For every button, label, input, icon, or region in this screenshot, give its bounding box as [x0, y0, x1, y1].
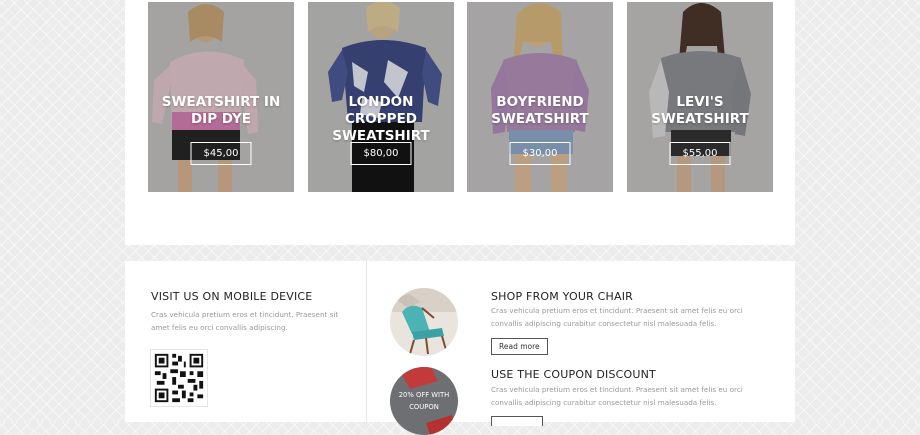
- chair-icon: [390, 288, 458, 356]
- product-name: LONDON CROPPED SWEATSHIRT: [332, 94, 430, 144]
- feature-text: Cras vehicula pretium eros et tincidunt.…: [491, 383, 743, 409]
- info-panel: VISIT US ON MOBILE DEVICE Cras vehicula …: [125, 261, 795, 435]
- read-more-button[interactable]: Read more: [491, 338, 548, 355]
- product-card-4[interactable]: LEVI'S SWEATSHIRT $55,00: [627, 2, 773, 192]
- price-button[interactable]: $55,00: [669, 142, 731, 165]
- feature-text-line-1: Cras vehicula pretium eros et tincidunt.…: [491, 385, 743, 394]
- qr-code-icon[interactable]: [151, 350, 207, 406]
- feature-text: Cras vehicula pretium eros et tincidunt.…: [491, 304, 743, 330]
- mobile-text-line-1: Cras vehicula pretium eros et tincidunt.…: [151, 310, 339, 319]
- price-button[interactable]: $30,00: [509, 142, 571, 165]
- feature-text-line-2: convallis adipiscing curabitur consectet…: [491, 319, 717, 328]
- mobile-title: VISIT US ON MOBILE DEVICE: [151, 290, 313, 303]
- price-button[interactable]: $45,00: [190, 142, 252, 165]
- coupon-thumbnail[interactable]: 20% OFF WITH COUPON: [390, 367, 458, 435]
- product-name: SWEATSHIRT IN DIP DYE: [161, 94, 281, 127]
- coupon-badge: 20% OFF WITH COUPON: [398, 391, 450, 411]
- product-card-1[interactable]: SWEATSHIRT IN DIP DYE $45,00: [148, 2, 294, 192]
- feature-text-line-1: Cras vehicula pretium eros et tincidunt.…: [491, 306, 743, 315]
- product-name: BOYFRIEND SWEATSHIRT: [491, 94, 589, 127]
- product-name: LEVI'S SWEATSHIRT: [651, 94, 749, 127]
- read-more-button[interactable]: [491, 416, 543, 426]
- product-card-3[interactable]: BOYFRIEND SWEATSHIRT $30,00: [467, 2, 613, 192]
- price-button[interactable]: $80,00: [350, 142, 412, 165]
- mobile-text: Cras vehicula pretium eros et tincidunt.…: [151, 308, 338, 334]
- feature-text-line-2: convallis adipiscing curabitur consectet…: [491, 398, 717, 407]
- feature-title: SHOP FROM YOUR CHAIR: [491, 290, 633, 303]
- product-card-2[interactable]: LONDON CROPPED SWEATSHIRT $80,00: [308, 2, 454, 192]
- feature-title: USE THE COUPON DISCOUNT: [491, 368, 656, 381]
- mobile-text-line-2: amet felis eu orci convallis adipiscing.: [151, 323, 288, 332]
- chair-thumbnail[interactable]: [390, 288, 458, 356]
- column-divider: [366, 261, 367, 422]
